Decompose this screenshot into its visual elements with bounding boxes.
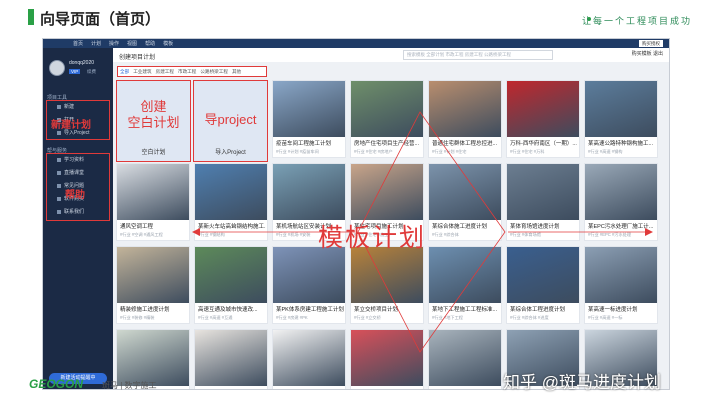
annotation-arrows	[192, 111, 653, 353]
zhihu-watermark: 知乎 @斑马进度计划	[503, 373, 661, 392]
arrow-head-right	[645, 228, 653, 236]
footer-text: 斑马 | 数字施工	[102, 381, 157, 390]
arrow-head-left	[192, 228, 200, 236]
template-plan-annotation: 模板计划	[318, 223, 427, 252]
brand-logo: GEOGON	[29, 377, 84, 391]
